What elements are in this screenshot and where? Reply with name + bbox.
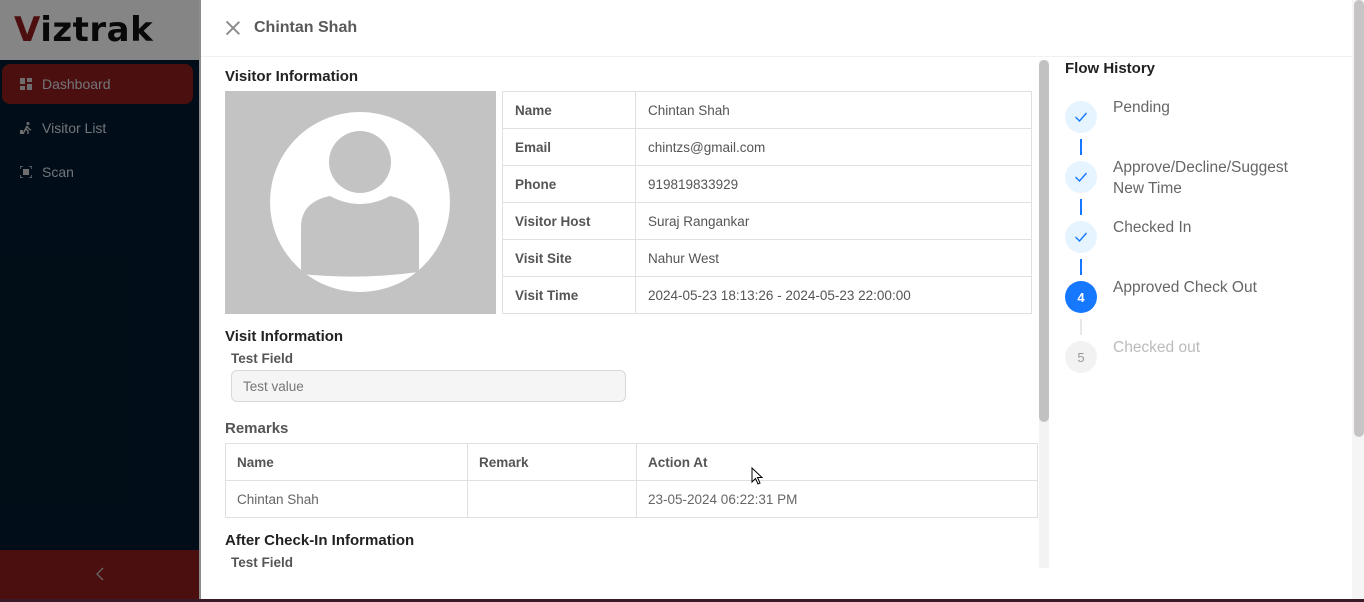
mouse-cursor-icon bbox=[751, 467, 764, 485]
flow-step: Checked In bbox=[1065, 217, 1325, 277]
test-field-input[interactable]: Test value bbox=[231, 370, 626, 402]
flow-history-heading: Flow History bbox=[1065, 60, 1156, 77]
info-value: Nahur West bbox=[635, 239, 1032, 277]
step-connector bbox=[1080, 319, 1082, 335]
info-value: 919819833929 bbox=[635, 165, 1032, 203]
remark-action-at-cell: 23-05-2024 06:22:31 PM bbox=[636, 480, 1038, 518]
flow-step: Pending bbox=[1065, 97, 1325, 157]
info-row: Visitor Host Suraj Rangankar bbox=[502, 202, 1032, 240]
info-value: chintzs@gmail.com bbox=[635, 128, 1032, 166]
step-connector bbox=[1080, 139, 1082, 155]
step-number-icon: 5 bbox=[1065, 341, 1097, 373]
visitor-detail-drawer: Chintan Shah Visitor Information Name Chi… bbox=[201, 0, 1352, 599]
avatar-placeholder-icon bbox=[270, 112, 450, 292]
remarks-header-row: Name Remark Action At bbox=[225, 443, 1038, 481]
flow-steps: Pending Approve/Decline/Suggest New Time C… bbox=[1065, 97, 1325, 397]
drawer-header: Chintan Shah bbox=[201, 0, 1352, 57]
check-icon bbox=[1065, 101, 1097, 133]
flow-step-label: Pending bbox=[1113, 99, 1170, 116]
after-checkin-field-label: Test Field bbox=[231, 555, 294, 568]
flow-step-label: Approve/Decline/Suggest New Time bbox=[1113, 159, 1288, 197]
info-key: Phone bbox=[502, 165, 636, 203]
check-icon bbox=[1065, 161, 1097, 193]
flow-history-panel: Flow History Pending Approve/Decline/Sugg… bbox=[1065, 60, 1325, 397]
info-row: Visit Time 2024-05-23 18:13:26 - 2024-05-… bbox=[502, 276, 1032, 314]
flow-step: Approve/Decline/Suggest New Time bbox=[1065, 157, 1325, 217]
visitor-photo bbox=[225, 91, 496, 314]
details-scrollbar[interactable] bbox=[1039, 60, 1049, 568]
column-header-name: Name bbox=[225, 443, 468, 481]
table-row: Chintan Shah 23-05-2024 06:22:31 PM bbox=[225, 480, 1038, 518]
flow-step: 5 Checked out bbox=[1065, 337, 1325, 397]
check-icon bbox=[1065, 221, 1097, 253]
info-key: Visitor Host bbox=[502, 202, 636, 240]
flow-step: 4 Approved Check Out bbox=[1065, 277, 1325, 337]
flow-step-label: Checked out bbox=[1113, 339, 1201, 356]
flow-step-label: Approved Check Out bbox=[1113, 279, 1257, 296]
info-key: Visit Site bbox=[502, 239, 636, 277]
remark-text-cell bbox=[467, 480, 637, 518]
info-row: Phone 919819833929 bbox=[502, 165, 1032, 203]
remarks-table: Name Remark Action At Chintan Shah 23-05… bbox=[225, 443, 1038, 518]
info-value: Chintan Shah bbox=[635, 91, 1032, 129]
after-checkin-heading: After Check-In Information bbox=[225, 532, 415, 549]
info-row: Email chintzs@gmail.com bbox=[502, 128, 1032, 166]
drawer-title: Chintan Shah bbox=[254, 19, 358, 36]
column-header-action-at: Action At bbox=[636, 443, 1038, 481]
info-value: 2024-05-23 18:13:26 - 2024-05-23 22:00:0… bbox=[635, 276, 1032, 314]
test-field-label: Test Field bbox=[231, 351, 294, 366]
visitor-details-panel: Visitor Information Name Chintan Shah Emai… bbox=[225, 60, 1039, 568]
step-connector bbox=[1080, 259, 1082, 275]
remarks-heading: Remarks bbox=[225, 420, 289, 437]
details-scrollbar-thumb[interactable] bbox=[1039, 60, 1049, 422]
remark-name-cell: Chintan Shah bbox=[225, 480, 468, 518]
column-header-remark: Remark bbox=[467, 443, 637, 481]
flow-step-label: Checked In bbox=[1113, 219, 1192, 236]
info-key: Email bbox=[502, 128, 636, 166]
step-connector bbox=[1080, 199, 1082, 215]
visitor-information-heading: Visitor Information bbox=[225, 68, 359, 85]
visit-information-heading: Visit Information bbox=[225, 328, 344, 345]
info-key: Name bbox=[502, 91, 636, 129]
info-value: Suraj Rangankar bbox=[635, 202, 1032, 240]
info-key: Visit Time bbox=[502, 276, 636, 314]
info-row: Name Chintan Shah bbox=[502, 91, 1032, 129]
drawer-scrollbar[interactable] bbox=[1352, 0, 1364, 599]
drawer-scrollbar-thumb[interactable] bbox=[1354, 0, 1364, 437]
info-row: Visit Site Nahur West bbox=[502, 239, 1032, 277]
step-number-icon: 4 bbox=[1065, 281, 1097, 313]
visitor-info-table: Name Chintan Shah Email chintzs@gmail.com Ph… bbox=[502, 91, 1032, 314]
close-icon[interactable] bbox=[225, 20, 241, 36]
